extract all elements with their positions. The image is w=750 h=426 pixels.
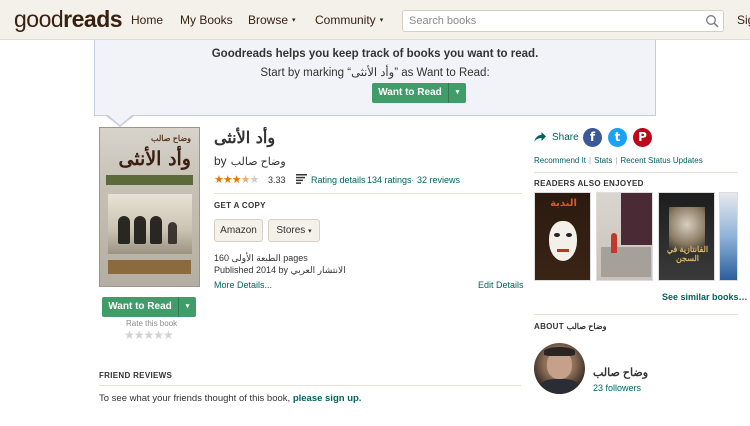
twitter-icon[interactable]: t <box>608 128 627 147</box>
star-half-icon: ★ <box>240 174 251 186</box>
author-followers-link[interactable]: 23 followers <box>593 383 641 393</box>
banner-subtitle: Start by marking “وأد الأنثى” as Want to… <box>260 67 490 79</box>
see-similar-books-link[interactable]: See similar books… <box>662 292 748 302</box>
more-details-link[interactable]: More Details... <box>214 280 272 290</box>
divider <box>534 172 738 173</box>
amazon-button[interactable]: Amazon <box>214 219 263 242</box>
want-to-read-label[interactable]: Want to Read <box>372 83 448 103</box>
cover-illustration <box>108 194 192 254</box>
banner-want-to-read-button[interactable]: Want to Read ▾ <box>372 83 466 103</box>
divider <box>214 193 522 194</box>
similar-book-cover[interactable]: الفانتازية في السجن <box>658 192 715 281</box>
divider <box>99 385 521 386</box>
banner-pointer-fill <box>108 115 132 125</box>
cover-title: وأد الأنثى <box>118 148 191 170</box>
cover-band <box>106 175 193 185</box>
nav-browse[interactable]: Browse ▾ <box>248 13 296 27</box>
book-actions-links: Recommend It | Stats | Recent Status Updates <box>534 156 703 165</box>
book-cover[interactable]: وضاح صالب وأد الأنثى <box>99 127 200 287</box>
nav-my-books[interactable]: My Books <box>180 13 233 27</box>
rate-this-book-label: Rate this book <box>126 319 178 328</box>
share-link[interactable]: Share <box>552 132 579 143</box>
nav-community[interactable]: Community ▾ <box>315 13 383 27</box>
cover-footer-band <box>108 260 191 274</box>
similar-book-title: الندبة <box>550 198 577 209</box>
book-title: وأد الأنثى <box>214 128 276 147</box>
nav-home[interactable]: Home <box>131 13 163 27</box>
search-icon[interactable] <box>705 14 719 28</box>
star-icon: ★ <box>249 174 260 186</box>
chevron-down-icon: ▾ <box>379 17 384 24</box>
similar-book-cover[interactable] <box>596 192 653 281</box>
sign-up-link[interactable]: please sign up. <box>293 393 362 404</box>
author-link[interactable]: وضاح صالب <box>231 156 286 168</box>
publication-info: Published 2014 by الانتشار العربي <box>214 265 346 275</box>
star-icon: ★ <box>222 174 233 186</box>
search-box <box>402 10 724 32</box>
star-icon: ★ <box>214 174 224 186</box>
want-to-read-label[interactable]: Want to Read <box>102 297 178 317</box>
search-input[interactable] <box>403 11 693 31</box>
edit-details-link[interactable]: Edit Details <box>478 280 524 290</box>
separator: | <box>589 156 592 165</box>
chevron-down-icon[interactable]: ▾ <box>178 297 196 317</box>
author-name-link[interactable]: وضاح صالب <box>593 366 648 379</box>
get-a-copy-heading: GET A COPY <box>214 201 266 210</box>
recent-status-updates-link[interactable]: Recent Status Updates <box>620 156 702 165</box>
about-author-heading: ABOUT وضاح صالب <box>534 322 607 331</box>
sign-in-link[interactable]: Sig <box>737 13 750 27</box>
pinterest-icon[interactable]: P <box>633 128 652 147</box>
reviews-count-link[interactable]: 32 reviews <box>417 175 460 185</box>
share-arrow-icon[interactable] <box>534 132 546 143</box>
separator-dot: · <box>411 175 414 185</box>
rating-details-icon[interactable] <box>296 174 307 184</box>
divider <box>534 314 738 315</box>
average-rating: 3.33 <box>268 175 286 185</box>
similar-book-title: الفانتازية في السجن <box>666 245 709 263</box>
ratings-count-link[interactable]: 134 ratings <box>367 175 412 185</box>
stats-link[interactable]: Stats <box>594 156 612 165</box>
friend-reviews-heading: FRIEND REVIEWS <box>99 371 173 380</box>
cover-author: وضاح صالب <box>150 134 191 143</box>
page-count: 160 الطبعة الأولى pages <box>214 253 308 263</box>
facebook-icon[interactable]: f <box>583 128 602 147</box>
want-to-read-banner: Goodreads helps you keep track of books … <box>94 40 656 116</box>
similar-book-cover[interactable] <box>719 192 738 281</box>
readers-also-enjoyed-heading: READERS ALSO ENJOYED <box>534 179 644 188</box>
separator-dot: · <box>361 175 364 185</box>
site-header: goodreads Home My Books Browse ▾ Communit… <box>0 0 750 40</box>
star-icon: ★ <box>231 174 242 186</box>
banner-title: Goodreads helps you keep track of books … <box>211 48 539 60</box>
rating-details-link[interactable]: Rating details <box>311 175 366 185</box>
average-rating-stars: ★★★★★ <box>214 173 260 186</box>
friend-reviews-prompt: To see what your friends thought of this… <box>99 393 362 404</box>
chevron-down-icon: ▾ <box>292 17 296 24</box>
book-author-line: by وضاح صالب <box>214 154 286 168</box>
chevron-down-icon[interactable]: ▾ <box>448 83 466 103</box>
recommend-it-link[interactable]: Recommend It <box>534 156 586 165</box>
want-to-read-button[interactable]: Want to Read ▾ <box>102 297 196 317</box>
separator: | <box>615 156 618 165</box>
goodreads-logo[interactable]: goodreads <box>14 6 123 33</box>
rate-stars-input[interactable]: ★★★★★ <box>124 328 174 342</box>
author-avatar[interactable] <box>534 343 585 394</box>
stores-dropdown-button[interactable]: Stores ▾ <box>268 219 320 242</box>
chevron-down-icon: ▾ <box>308 228 312 235</box>
similar-book-cover[interactable]: الندبة <box>534 192 591 281</box>
